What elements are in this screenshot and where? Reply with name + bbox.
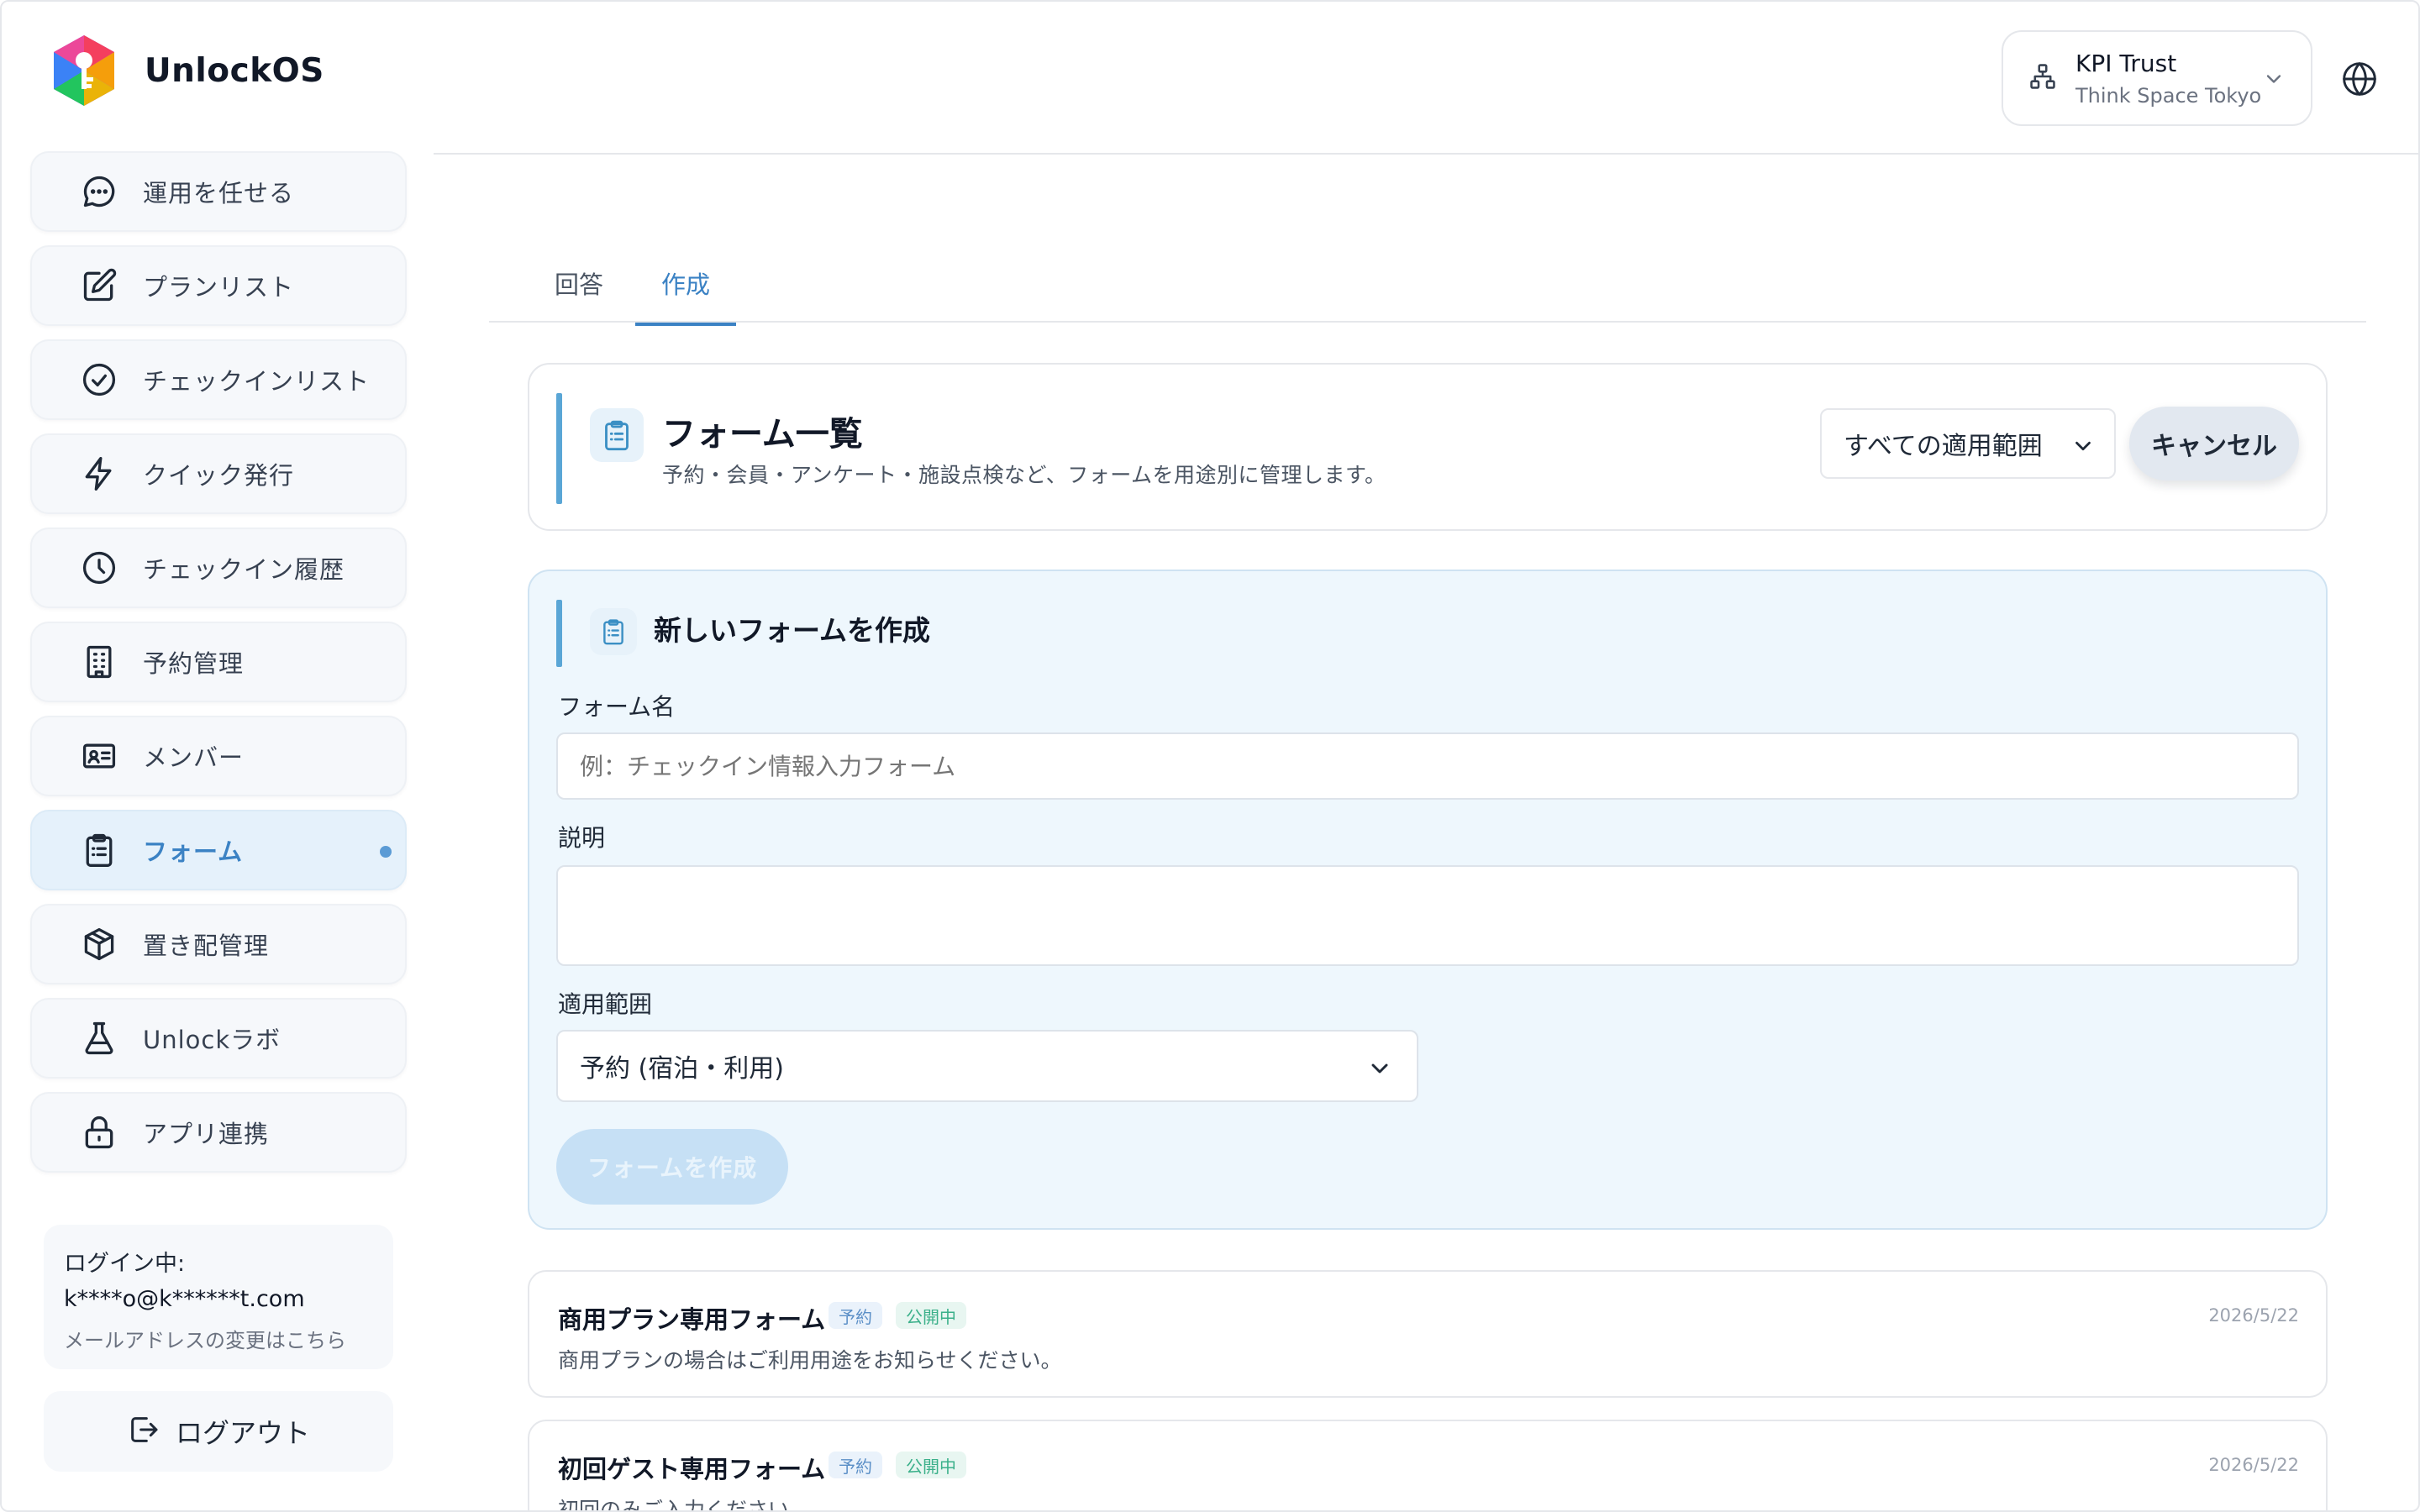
sidebar-item-members[interactable]: メンバー xyxy=(30,716,407,796)
sidebar-item-forms[interactable]: フォーム xyxy=(30,810,407,890)
sidebar-item-label: チェックインリスト xyxy=(143,367,371,396)
sidebar-nav: 運用を任せる プランリスト チェックインリスト クイック発行 チェックイン履歴 … xyxy=(30,151,407,1186)
sidebar-item-label: フォーム xyxy=(143,837,244,866)
sidebar-item-label: プランリスト xyxy=(143,273,295,302)
sidebar-item-label: 予約管理 xyxy=(143,649,245,678)
clipboard-icon xyxy=(590,608,637,655)
chevron-down-icon xyxy=(2075,441,2091,451)
sidebar: UnlockOS 運用を任せる プランリスト チェックインリスト クイック発行 … xyxy=(2,2,434,1510)
check-circle-icon xyxy=(81,361,118,398)
clipboard-icon xyxy=(81,832,118,869)
sidebar-item-delivery[interactable]: 置き配管理 xyxy=(30,904,407,984)
sidebar-item-label: アプリ連携 xyxy=(143,1120,270,1148)
sidebar-item-plan-list[interactable]: プランリスト xyxy=(30,245,407,326)
form-list-item[interactable]: 初回ゲスト専用フォーム 予約 公開中 2026/5/22 初回のみご入力ください… xyxy=(528,1420,2328,1512)
login-label: ログイン中: xyxy=(64,1251,186,1277)
brand-name: UnlockOS xyxy=(145,51,324,90)
tab-responses[interactable]: 回答 xyxy=(555,265,603,323)
scope-select-value: 予約 (宿泊・利用) xyxy=(580,1054,784,1084)
description-label: 説明 xyxy=(558,824,606,852)
scope-filter-select[interactable]: すべての適用範囲 xyxy=(1820,408,2116,479)
edit-icon xyxy=(81,267,118,304)
clock-icon xyxy=(81,549,118,586)
sidebar-item-delegate[interactable]: 運用を任せる xyxy=(30,151,407,232)
tab-bar: 回答 作成 xyxy=(489,250,2366,326)
page-description: 予約・会員・アンケート・施設点検など、フォームを用途別に管理します。 xyxy=(662,463,1386,487)
active-indicator xyxy=(380,846,392,858)
form-item-date: 2026/5/22 xyxy=(2208,1305,2299,1326)
change-email-link[interactable]: メールアドレスの変更はこちら xyxy=(64,1324,373,1353)
sidebar-item-label: 置き配管理 xyxy=(143,932,270,960)
package-icon xyxy=(81,926,118,963)
lightning-icon xyxy=(81,455,118,492)
status-badge: 公開中 xyxy=(896,1302,966,1329)
sidebar-item-checkin-list[interactable]: チェックインリスト xyxy=(30,339,407,420)
create-form-panel: 新しいフォームを作成 フォーム名 説明 適用範囲 予約 (宿泊・利用) フォーム… xyxy=(528,570,2328,1230)
app-window: UnlockOS 運用を任せる プランリスト チェックインリスト クイック発行 … xyxy=(0,0,2420,1512)
sidebar-item-label: Unlockラボ xyxy=(143,1026,281,1054)
form-item-description: 商用プランの場合はご利用用途をお知らせください。 xyxy=(558,1348,1062,1373)
building-icon xyxy=(81,643,118,680)
chevron-down-icon xyxy=(2266,75,2281,83)
org-location: Think Space Tokyo xyxy=(2075,83,2262,108)
login-email: k****o@k******t.com xyxy=(64,1286,305,1312)
status-badge: 公開中 xyxy=(896,1452,966,1478)
scope-tag: 予約 xyxy=(829,1452,882,1478)
unlockos-logo xyxy=(54,35,114,106)
scope-select[interactable]: 予約 (宿泊・利用) xyxy=(556,1030,1418,1102)
form-name-input[interactable] xyxy=(556,732,2299,800)
sidebar-item-label: 運用を任せる xyxy=(143,179,295,207)
form-list-header: フォーム一覧 予約・会員・アンケート・施設点検など、フォームを用途別に管理します… xyxy=(528,363,2328,531)
org-name: KPI Trust xyxy=(2075,49,2177,77)
create-form-title: 新しいフォームを作成 xyxy=(654,614,931,647)
sidebar-item-label: チェックイン履歴 xyxy=(143,555,345,584)
sidebar-item-label: メンバー xyxy=(143,743,245,772)
accent-bar xyxy=(556,393,562,504)
form-name-label: フォーム名 xyxy=(558,693,676,721)
id-card-icon xyxy=(81,738,118,774)
tab-create[interactable]: 作成 xyxy=(635,265,736,326)
sidebar-item-reservations[interactable]: 予約管理 xyxy=(30,622,407,702)
cancel-button[interactable]: キャンセル xyxy=(2129,407,2299,480)
globe-icon[interactable] xyxy=(2341,60,2378,97)
form-list-item[interactable]: 商用プラン専用フォーム 予約 公開中 2026/5/22 商用プランの場合はご利… xyxy=(528,1270,2328,1398)
chevron-down-icon xyxy=(1371,1063,1388,1074)
accent-bar xyxy=(556,600,562,667)
logout-button[interactable]: ログアウト xyxy=(44,1391,393,1472)
chat-icon xyxy=(81,173,118,210)
login-info: ログイン中: k****o@k******t.com メールアドレスの変更はこち… xyxy=(44,1225,393,1369)
scope-filter-value: すべての適用範囲 xyxy=(1844,432,2043,461)
logout-label: ログアウト xyxy=(175,1417,310,1449)
sidebar-item-checkin-history[interactable]: チェックイン履歴 xyxy=(30,528,407,608)
scope-tag: 予約 xyxy=(829,1302,882,1329)
form-item-title: 商用プラン専用フォーム xyxy=(558,1305,826,1334)
logout-icon xyxy=(127,1413,160,1450)
header-divider xyxy=(434,153,2418,155)
page-title: フォーム一覧 xyxy=(662,415,863,454)
clipboard-icon xyxy=(590,408,644,462)
create-form-button[interactable]: フォームを作成 xyxy=(556,1129,788,1205)
sidebar-item-label: クイック発行 xyxy=(143,461,295,490)
brand[interactable]: UnlockOS xyxy=(50,34,324,108)
description-textarea[interactable] xyxy=(556,865,2299,966)
sidebar-item-quick-issue[interactable]: クイック発行 xyxy=(30,433,407,514)
form-item-date: 2026/5/22 xyxy=(2208,1455,2299,1475)
sidebar-item-integrations[interactable]: アプリ連携 xyxy=(30,1092,407,1173)
sidebar-item-lab[interactable]: Unlockラボ xyxy=(30,998,407,1079)
form-item-description: 初回のみご入力ください。 xyxy=(558,1498,811,1512)
lock-icon xyxy=(81,1114,118,1151)
flask-icon xyxy=(81,1020,118,1057)
org-tree-icon xyxy=(2028,62,2057,94)
form-item-title: 初回ゲスト専用フォーム xyxy=(558,1455,826,1483)
org-switcher[interactable]: KPI Trust Think Space Tokyo xyxy=(2002,30,2312,126)
scope-label: 適用範囲 xyxy=(558,990,653,1018)
